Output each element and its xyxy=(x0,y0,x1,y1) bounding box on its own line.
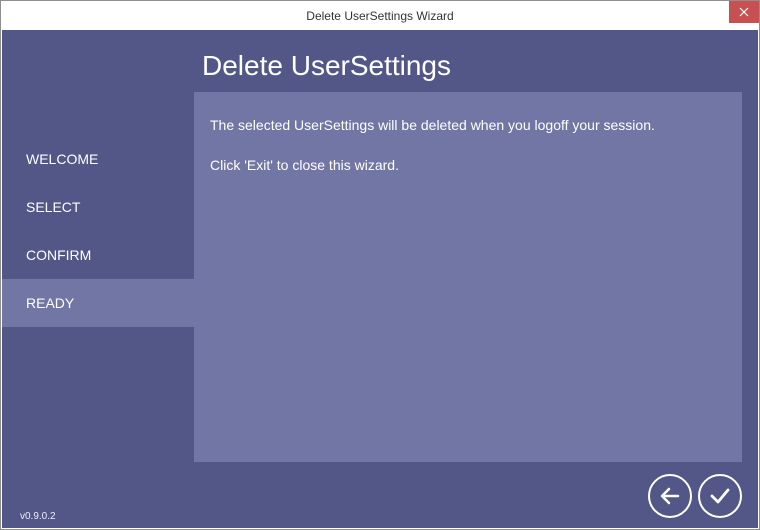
content-line-1: The selected UserSettings will be delete… xyxy=(210,116,726,136)
arrow-left-icon xyxy=(658,484,682,508)
wizard-steps-sidebar: WELCOME SELECT CONFIRM READY xyxy=(2,135,194,327)
version-label: v0.9.0.2 xyxy=(20,511,56,522)
sidebar-item-label: CONFIRM xyxy=(26,247,91,263)
content-panel: The selected UserSettings will be delete… xyxy=(194,92,742,462)
wizard-body: Delete UserSettings WELCOME SELECT CONFI… xyxy=(2,30,758,528)
sidebar-item-label: SELECT xyxy=(26,199,80,215)
back-button[interactable] xyxy=(648,474,692,518)
close-button[interactable] xyxy=(729,1,759,23)
sidebar-item-confirm[interactable]: CONFIRM xyxy=(2,231,194,279)
finish-button[interactable] xyxy=(698,474,742,518)
check-icon xyxy=(708,484,732,508)
nav-buttons xyxy=(648,474,742,518)
sidebar-item-ready[interactable]: READY xyxy=(2,279,194,327)
sidebar-item-label: READY xyxy=(26,295,74,311)
content-line-2: Click 'Exit' to close this wizard. xyxy=(210,156,726,176)
titlebar: Delete UserSettings Wizard xyxy=(1,1,759,30)
sidebar-item-label: WELCOME xyxy=(26,151,98,167)
window-title: Delete UserSettings Wizard xyxy=(306,9,453,23)
page-title: Delete UserSettings xyxy=(202,50,451,82)
close-icon xyxy=(739,7,749,17)
sidebar-item-select[interactable]: SELECT xyxy=(2,183,194,231)
sidebar-item-welcome[interactable]: WELCOME xyxy=(2,135,194,183)
